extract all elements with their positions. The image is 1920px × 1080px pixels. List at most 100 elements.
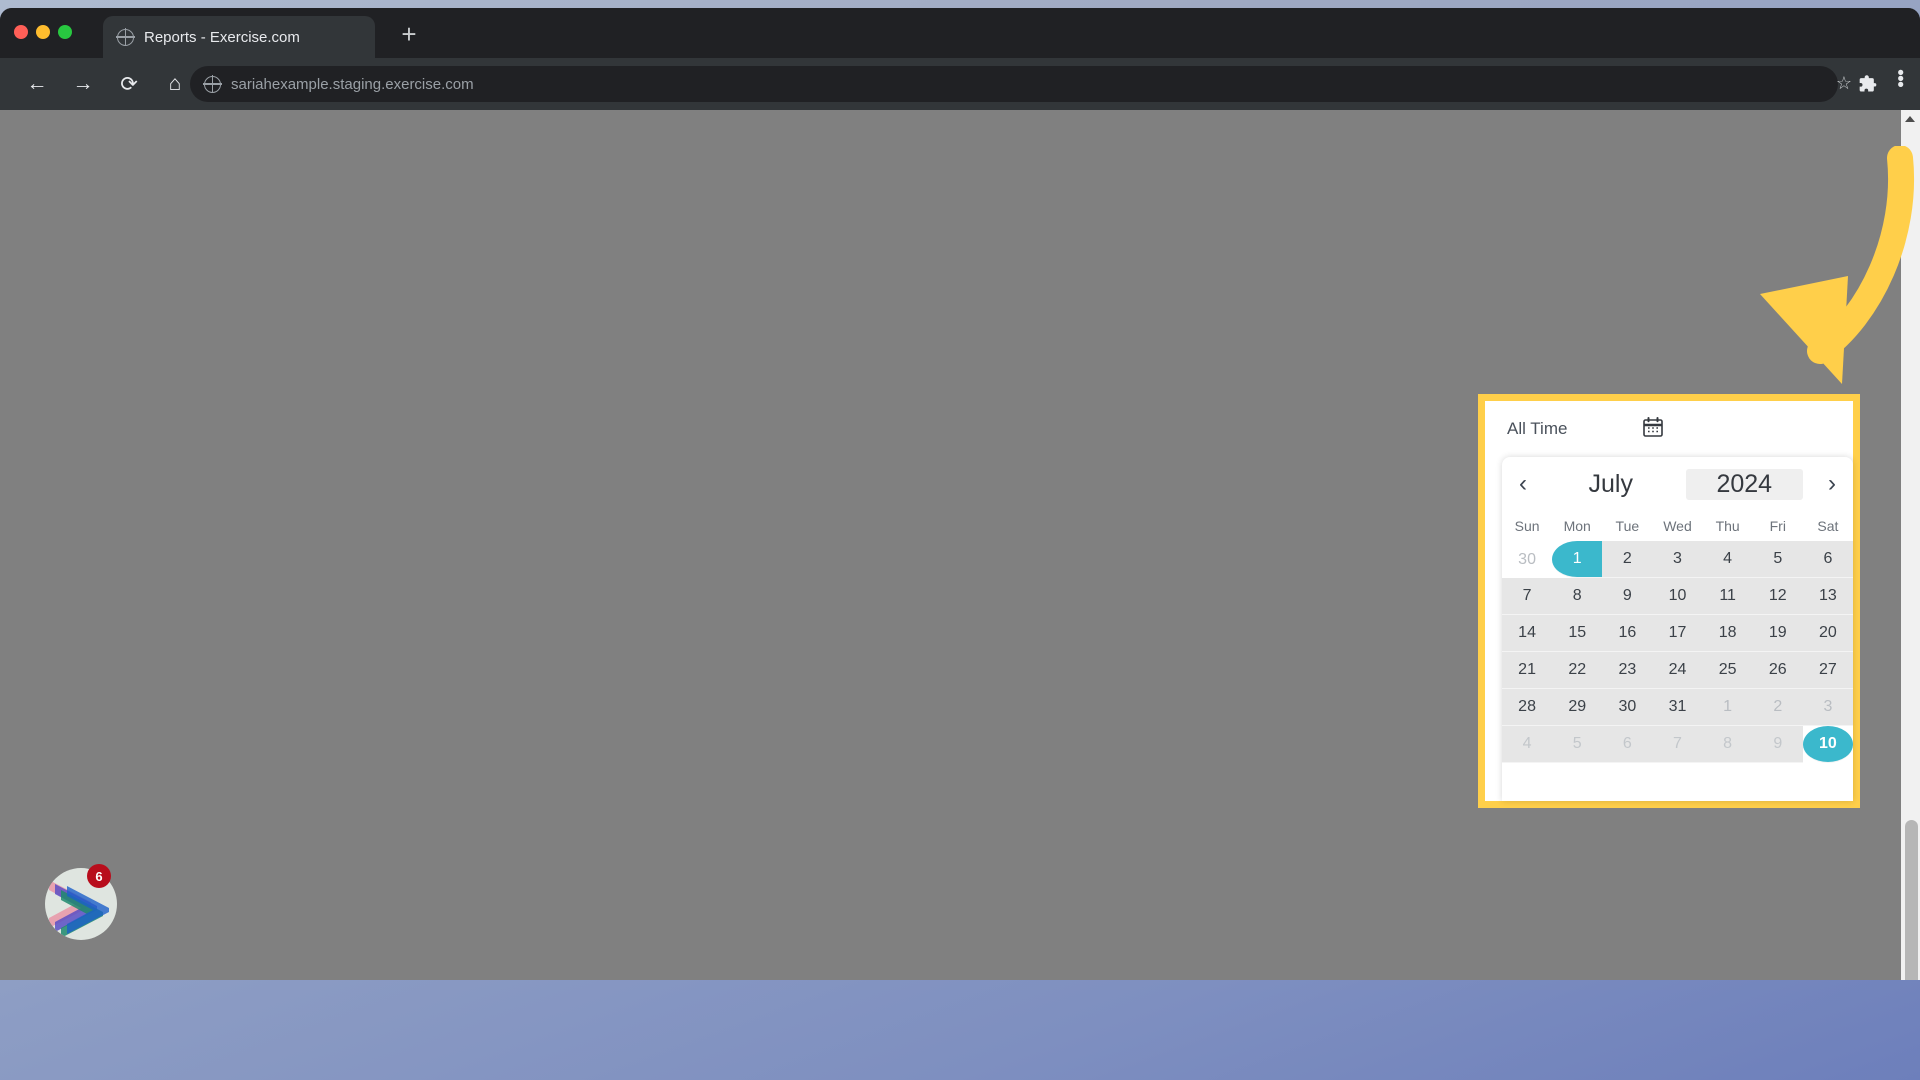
browser-menu-icon[interactable]: • • • bbox=[1897, 64, 1904, 95]
sidebar-item-stripe[interactable]: Stripe bbox=[16, 718, 297, 774]
date-preset-all-time[interactable]: All Time bbox=[1507, 419, 1567, 439]
scrollbar-thumb[interactable] bbox=[1905, 820, 1918, 980]
calendar-day-8[interactable]: 8 bbox=[1702, 726, 1753, 763]
calendar-day-7[interactable]: 7 bbox=[1502, 578, 1553, 615]
sidebar-item-videos[interactable]: Videos bbox=[16, 662, 297, 718]
sidebar-item-assessments[interactable]: Assessments bbox=[16, 550, 297, 606]
calendar-day-28[interactable]: 28 bbox=[1502, 689, 1553, 726]
previous-month-button[interactable]: ‹ bbox=[1502, 470, 1544, 498]
calendar-day-20[interactable]: 20 bbox=[1802, 615, 1853, 652]
calendar-day-10[interactable]: 10 bbox=[1652, 578, 1703, 615]
sidebar-item-products[interactable]: Products bbox=[16, 494, 297, 550]
calendar-day-10[interactable]: 10 bbox=[1802, 726, 1853, 763]
calendar-day-26[interactable]: 26 bbox=[1752, 652, 1803, 689]
next-range-button[interactable]: › bbox=[1192, 391, 1223, 421]
calendar-day-5[interactable]: 5 bbox=[1752, 541, 1803, 578]
lightning-icon[interactable] bbox=[1630, 134, 1660, 164]
calendar-day-6[interactable]: 6 bbox=[1602, 726, 1653, 763]
calendar-day-9[interactable]: 9 bbox=[1752, 726, 1803, 763]
calendar-day-5[interactable]: 5 bbox=[1552, 726, 1603, 763]
date-preset-this-month[interactable]: This Month bbox=[733, 337, 857, 357]
calendar-day-15[interactable]: 15 bbox=[1552, 615, 1603, 652]
service-categories-select[interactable]: All Service Categories × bbox=[493, 648, 777, 689]
sidebar-item-customize-platform[interactable]: Customize Platform bbox=[16, 214, 297, 270]
clock-icon[interactable] bbox=[1556, 134, 1586, 164]
date-preset-last-year[interactable]: Last Year bbox=[1361, 337, 1472, 357]
calendar-day-8[interactable]: 8 bbox=[1552, 578, 1603, 615]
calendar-month-label[interactable]: July bbox=[1544, 470, 1678, 499]
sidebar-item-resources[interactable]: Resources bbox=[16, 606, 297, 662]
calendar-day-22[interactable]: 22 bbox=[1552, 652, 1603, 689]
sidebar-item-connected-apps[interactable]: Connected Apps bbox=[16, 326, 297, 382]
close-window-button[interactable] bbox=[14, 25, 28, 39]
staff-member-select[interactable]: All Staff × bbox=[1129, 648, 1413, 689]
calendar-day-29[interactable]: 29 bbox=[1552, 689, 1603, 726]
back-button[interactable]: ← bbox=[20, 67, 54, 101]
date-preset-this-year[interactable]: This Year bbox=[1250, 337, 1361, 357]
calendar-day-6[interactable]: 6 bbox=[1802, 541, 1853, 578]
minimize-window-button[interactable] bbox=[36, 25, 50, 39]
clear-icon[interactable]: × bbox=[1048, 659, 1058, 679]
calendar-day-14[interactable]: 14 bbox=[1502, 615, 1553, 652]
calendar-day-12[interactable]: 12 bbox=[1752, 578, 1803, 615]
assets-input[interactable]: Select a Assets bbox=[493, 746, 777, 787]
calendar-day-24[interactable]: 24 bbox=[1652, 652, 1703, 689]
sidebar-item-reports[interactable]: Reports bbox=[16, 774, 297, 830]
browser-tab[interactable]: Reports - Exercise.com bbox=[103, 16, 375, 58]
calendar-day-19[interactable]: 19 bbox=[1752, 615, 1803, 652]
calendar-day-18[interactable]: 18 bbox=[1702, 615, 1753, 652]
floating-app-bubble[interactable]: 6 bbox=[45, 864, 117, 940]
chevron-down-icon[interactable] bbox=[1072, 763, 1082, 770]
avatar[interactable] bbox=[1852, 134, 1882, 164]
calendar-day-31[interactable]: 31 bbox=[1652, 689, 1703, 726]
calendar-day-9[interactable]: 9 bbox=[1602, 578, 1653, 615]
calendar-day-30[interactable]: 30 bbox=[1502, 541, 1553, 578]
calendar-day-3[interactable]: 3 bbox=[1652, 541, 1703, 578]
address-bar[interactable]: sariahexample.staging.exercise.com bbox=[190, 66, 1838, 102]
calendar-day-2[interactable]: 2 bbox=[1602, 541, 1653, 578]
clear-icon[interactable]: × bbox=[730, 659, 740, 679]
calendar-day-23[interactable]: 23 bbox=[1602, 652, 1653, 689]
sidebar-item-trainer-info[interactable]: Trainer Info bbox=[16, 158, 297, 214]
calendar-day-27[interactable]: 27 bbox=[1802, 652, 1853, 689]
next-month-button[interactable]: › bbox=[1811, 470, 1853, 498]
maximize-window-button[interactable] bbox=[58, 25, 72, 39]
previous-range-button[interactable]: ‹ bbox=[870, 391, 901, 421]
import-into-google-sheets-link[interactable]: Import Into Google Sheets bbox=[1472, 855, 1723, 880]
grid-apps-icon[interactable] bbox=[1704, 134, 1734, 164]
calendar-day-11[interactable]: 11 bbox=[1702, 578, 1753, 615]
bookmark-star-icon[interactable]: ☆ bbox=[1836, 73, 1852, 94]
new-tab-button[interactable]: + bbox=[395, 21, 423, 49]
service-select[interactable]: All Services × bbox=[811, 648, 1095, 689]
bell-icon[interactable] bbox=[1778, 132, 1810, 164]
calendar-day-21[interactable]: 21 bbox=[1502, 652, 1553, 689]
calendar-day-7[interactable]: 7 bbox=[1652, 726, 1703, 763]
calendar-day-30[interactable]: 30 bbox=[1602, 689, 1653, 726]
date-preset-last-month[interactable]: Last Month bbox=[857, 337, 981, 357]
calendar-day-2[interactable]: 2 bbox=[1752, 689, 1803, 726]
date-preset-this-week[interactable]: This Week bbox=[493, 337, 613, 357]
calendar-icon[interactable] bbox=[1641, 415, 1665, 443]
reload-button[interactable]: ⟳ bbox=[112, 67, 146, 101]
calendar-day-4[interactable]: 4 bbox=[1502, 726, 1553, 763]
calendar-day-1[interactable]: 1 bbox=[1702, 689, 1753, 726]
calendar-day-25[interactable]: 25 bbox=[1702, 652, 1753, 689]
hamburger-icon[interactable] bbox=[354, 139, 384, 158]
date-preset-last-quarter[interactable]: Last Quarter bbox=[1116, 337, 1251, 357]
date-preset-last-week[interactable]: Last Week bbox=[613, 337, 733, 357]
calendar-day-3[interactable]: 3 bbox=[1802, 689, 1853, 726]
calendar-year-input[interactable]: 2024 bbox=[1685, 468, 1803, 500]
chevron-down-icon[interactable] bbox=[1390, 665, 1400, 672]
home-button[interactable]: ⌂ bbox=[158, 67, 192, 101]
chevron-down-icon[interactable] bbox=[754, 665, 764, 672]
calendar-day-13[interactable]: 13 bbox=[1802, 578, 1853, 615]
calendar-day-1[interactable]: 1 bbox=[1552, 541, 1603, 578]
sidebar-item-trainers[interactable]: Trainers bbox=[16, 438, 297, 494]
calendar-day-17[interactable]: 17 bbox=[1652, 615, 1703, 652]
sidebar-item-business-dashboard[interactable]: Business Dashboard bbox=[16, 382, 297, 438]
scroll-up-arrow-icon[interactable] bbox=[1905, 116, 1915, 122]
sidebar-item-email-templates[interactable]: Email Templates bbox=[16, 270, 297, 326]
forward-button[interactable]: → bbox=[66, 67, 100, 101]
client-select[interactable]: All Clients bbox=[811, 746, 1095, 787]
date-preset-this-quarter[interactable]: This Quarter bbox=[981, 337, 1115, 357]
